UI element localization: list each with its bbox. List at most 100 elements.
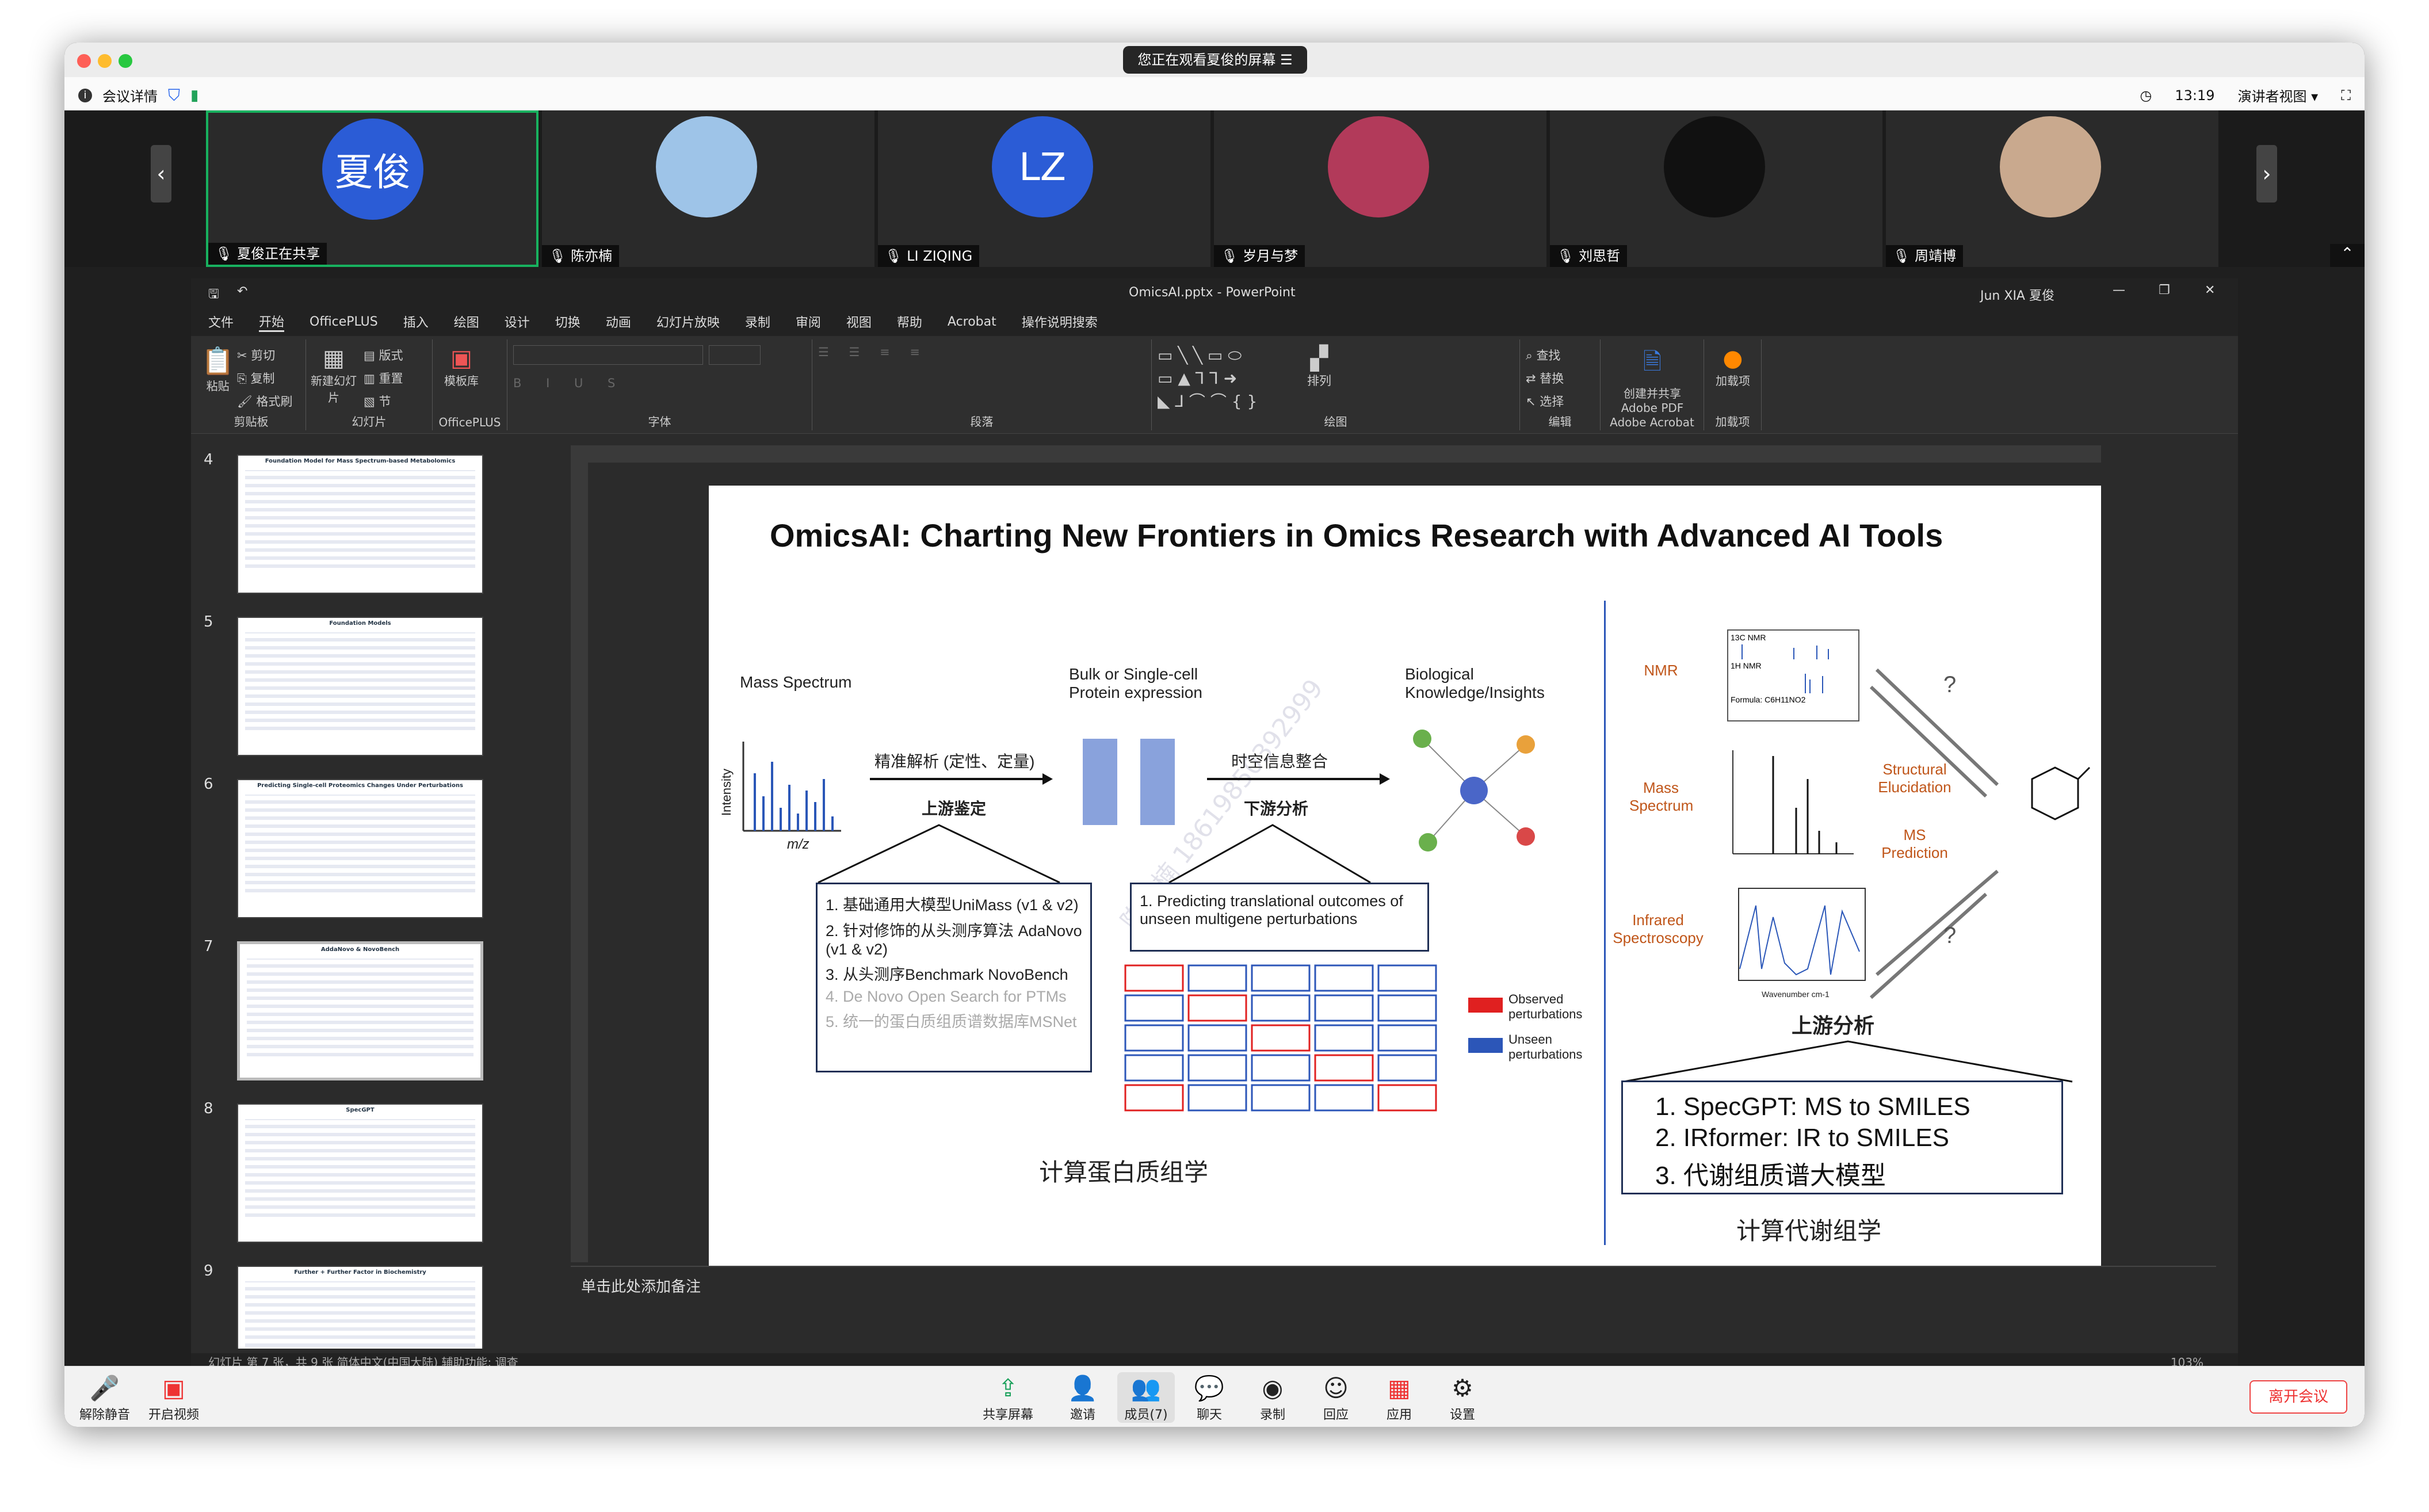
undo-icon[interactable]: ↶ xyxy=(237,284,247,299)
select-button[interactable]: ↖ 选择 xyxy=(1526,390,1564,413)
collapse-strip-button[interactable]: ⌃ xyxy=(2330,244,2365,267)
nmr-13c-label: 13C NMR xyxy=(1731,633,1766,642)
new-slide-button[interactable]: ▦ 新建幻灯片 xyxy=(311,345,357,405)
menu-tab[interactable]: 文件 xyxy=(208,312,234,331)
shapes-gallery[interactable]: ▭ ╲ ╲ ▭ ⬭ ▭ ▲ ⅂ ⅂ ➜ ◣ ⅃ ⌒ ⌒ { } xyxy=(1158,344,1257,413)
font-family-select[interactable] xyxy=(513,345,703,365)
cut-label: 剪切 xyxy=(251,349,276,362)
menu-tab[interactable]: 动画 xyxy=(606,312,631,331)
meeting-details-link[interactable]: 会议详情 xyxy=(102,85,158,105)
menu-tab[interactable]: Acrobat xyxy=(948,315,996,329)
minimize-window-button[interactable] xyxy=(98,54,112,68)
restore-icon[interactable]: ❐ xyxy=(2159,283,2170,297)
thumbnail-content xyxy=(245,470,475,568)
triangle-lines xyxy=(1623,1040,2073,1083)
participant-tile[interactable]: 夏俊 🎙 夏俊正在共享 xyxy=(206,110,538,267)
menu-tab[interactable]: 绘图 xyxy=(454,312,479,331)
addin-button[interactable]: ● 加载项 xyxy=(1710,345,1756,388)
shield-icon[interactable]: ⛉ xyxy=(168,86,180,105)
section-button[interactable]: ▧ 节 xyxy=(364,390,403,413)
replace-button[interactable]: ⇄ 替换 xyxy=(1526,367,1564,390)
close-icon[interactable]: ✕ xyxy=(2205,283,2215,297)
menu-tab[interactable]: 设计 xyxy=(505,312,530,331)
share-button[interactable]: ⇪ 共享屏幕 xyxy=(979,1372,1037,1423)
slide-thumbnail[interactable]: Foundation Models xyxy=(237,617,483,756)
menu-tab[interactable]: 审阅 xyxy=(796,312,821,331)
next-page-button[interactable]: › xyxy=(2256,145,2277,203)
save-icon[interactable]: 🖫 xyxy=(208,284,219,306)
nmr-13c-plot xyxy=(1741,644,1829,659)
chat-button[interactable]: 💬 聊天 xyxy=(1181,1372,1238,1423)
signal-icon[interactable]: ▮ xyxy=(190,87,198,104)
close-window-button[interactable] xyxy=(77,54,91,68)
menu-tab[interactable]: 开始 xyxy=(259,312,285,332)
participant-tile[interactable]: 🎙 周靖博 xyxy=(1886,110,2218,267)
video-button[interactable]: ▣ 开启视频 xyxy=(145,1372,203,1423)
mute-button[interactable]: 🎤 解除静音 xyxy=(76,1372,133,1423)
invite-button[interactable]: 👤 邀请 xyxy=(1054,1372,1112,1423)
slide-thumbnail[interactable]: Predicting Single-cell Proteomics Change… xyxy=(237,779,483,918)
layout-button[interactable]: ▤ 版式 xyxy=(364,344,403,367)
acrobat-label: 创建并共享 Adobe PDF xyxy=(1621,387,1684,415)
maximize-window-button[interactable] xyxy=(119,54,132,68)
user-name[interactable]: Jun XIA 夏俊 xyxy=(1980,285,2054,304)
menu-tab[interactable]: OfficePLUS xyxy=(310,315,378,329)
paste-button[interactable]: 📋 粘贴 xyxy=(201,345,234,394)
find-button[interactable]: ⌕ 查找 xyxy=(1526,344,1564,367)
menu-tab[interactable]: 操作说明搜索 xyxy=(1022,312,1098,331)
settings-button[interactable]: ⚙ 设置 xyxy=(1434,1372,1491,1423)
arrange-button[interactable]: ▞ 排列 xyxy=(1307,345,1331,389)
members-button[interactable]: 👥 成员(7) xyxy=(1117,1372,1175,1423)
notes-placeholder: 单击此处添加备注 xyxy=(581,1278,701,1296)
meeting-time: 13:19 xyxy=(2175,87,2215,104)
slide-thumbnail[interactable]: AddaNovo & NovoBench xyxy=(237,941,483,1080)
slide-thumbnail[interactable]: Foundation Model for Mass Spectrum-based… xyxy=(237,455,483,594)
template-button[interactable]: ▣ 模板库 xyxy=(444,345,479,388)
reset-button[interactable]: ▥ 重置 xyxy=(364,367,403,390)
view-mode-dropdown[interactable]: 演讲者视图 ▾ xyxy=(2238,85,2319,105)
apps-button[interactable]: ▦ 应用 xyxy=(1370,1372,1428,1423)
copy-button[interactable]: ⎘ 复制 xyxy=(237,367,292,390)
members-icon: 👥 xyxy=(1131,1374,1162,1402)
perturbation-cell xyxy=(1314,994,1374,1022)
participant-tile[interactable]: 🎙 陈亦楠 xyxy=(542,110,874,267)
format-painter-button[interactable]: 🖌 格式刷 xyxy=(237,390,292,413)
record-button[interactable]: ◉ 录制 xyxy=(1244,1372,1301,1423)
notes-pane[interactable]: 单击此处添加备注 xyxy=(571,1266,2216,1329)
slide-thumbnail[interactable]: SpecGPT xyxy=(237,1104,483,1243)
fullscreen-icon[interactable]: ⛶ xyxy=(2341,87,2351,104)
participant-strip: ‹ 夏俊 🎙 夏俊正在共享 🎙 陈亦楠 LZ 🎙 LI ZIQING 🎙 岁月与梦 🎙 刘思… xyxy=(64,110,2365,267)
participant-tile[interactable]: LZ 🎙 LI ZIQING xyxy=(878,110,1210,267)
reaction-label: 回应 xyxy=(1323,1408,1349,1422)
slide[interactable]: OmicsAI: Charting New Frontiers in Omics… xyxy=(709,486,2101,1269)
cut-button[interactable]: ✂ 剪切 xyxy=(237,344,292,367)
menu-tab[interactable]: 帮助 xyxy=(897,312,922,331)
nmr-label: NMR xyxy=(1644,662,1678,679)
share-banner-text: 您正在观看夏俊的屏幕 xyxy=(1137,52,1276,68)
perturbation-cell xyxy=(1251,1084,1311,1112)
acrobat-button[interactable]: 🗎 创建并共享 Adobe PDF xyxy=(1606,345,1698,415)
avatar xyxy=(1664,116,1765,217)
participant-tile[interactable]: 🎙 刘思哲 xyxy=(1550,110,1882,267)
reaction-button[interactable]: ☺ 回应 xyxy=(1307,1372,1365,1423)
avatar xyxy=(2000,116,2101,217)
menu-tab[interactable]: 插入 xyxy=(403,312,429,331)
arrange-icon: ▞ xyxy=(1310,345,1328,372)
menu-tab[interactable]: 录制 xyxy=(745,312,770,331)
minimize-icon[interactable]: — xyxy=(2113,283,2125,297)
menu-tab[interactable]: 切换 xyxy=(555,312,580,331)
leave-meeting-button[interactable]: 离开会议 xyxy=(2250,1380,2347,1414)
menu-tab[interactable]: 视图 xyxy=(846,312,872,331)
font-size-select[interactable] xyxy=(709,345,761,365)
paste-label: 粘贴 xyxy=(206,379,230,393)
observed-swatch xyxy=(1468,998,1503,1013)
screen-share-banner[interactable]: 您正在观看夏俊的屏幕 ☰ xyxy=(1123,46,1307,74)
participant-tile[interactable]: 🎙 岁月与梦 xyxy=(1214,110,1546,267)
menu-tab[interactable]: 幻灯片放映 xyxy=(656,312,720,331)
prev-page-button[interactable]: ‹ xyxy=(151,145,171,203)
perturbation-cell xyxy=(1187,964,1247,992)
avatar xyxy=(656,116,757,217)
copy-label: 复制 xyxy=(250,372,275,385)
paragraph-controls[interactable]: ☰ ☰ ≡ ≡ xyxy=(818,345,928,359)
slide-thumbnail[interactable]: Further + Further Factor in Biochemistry xyxy=(237,1266,483,1349)
